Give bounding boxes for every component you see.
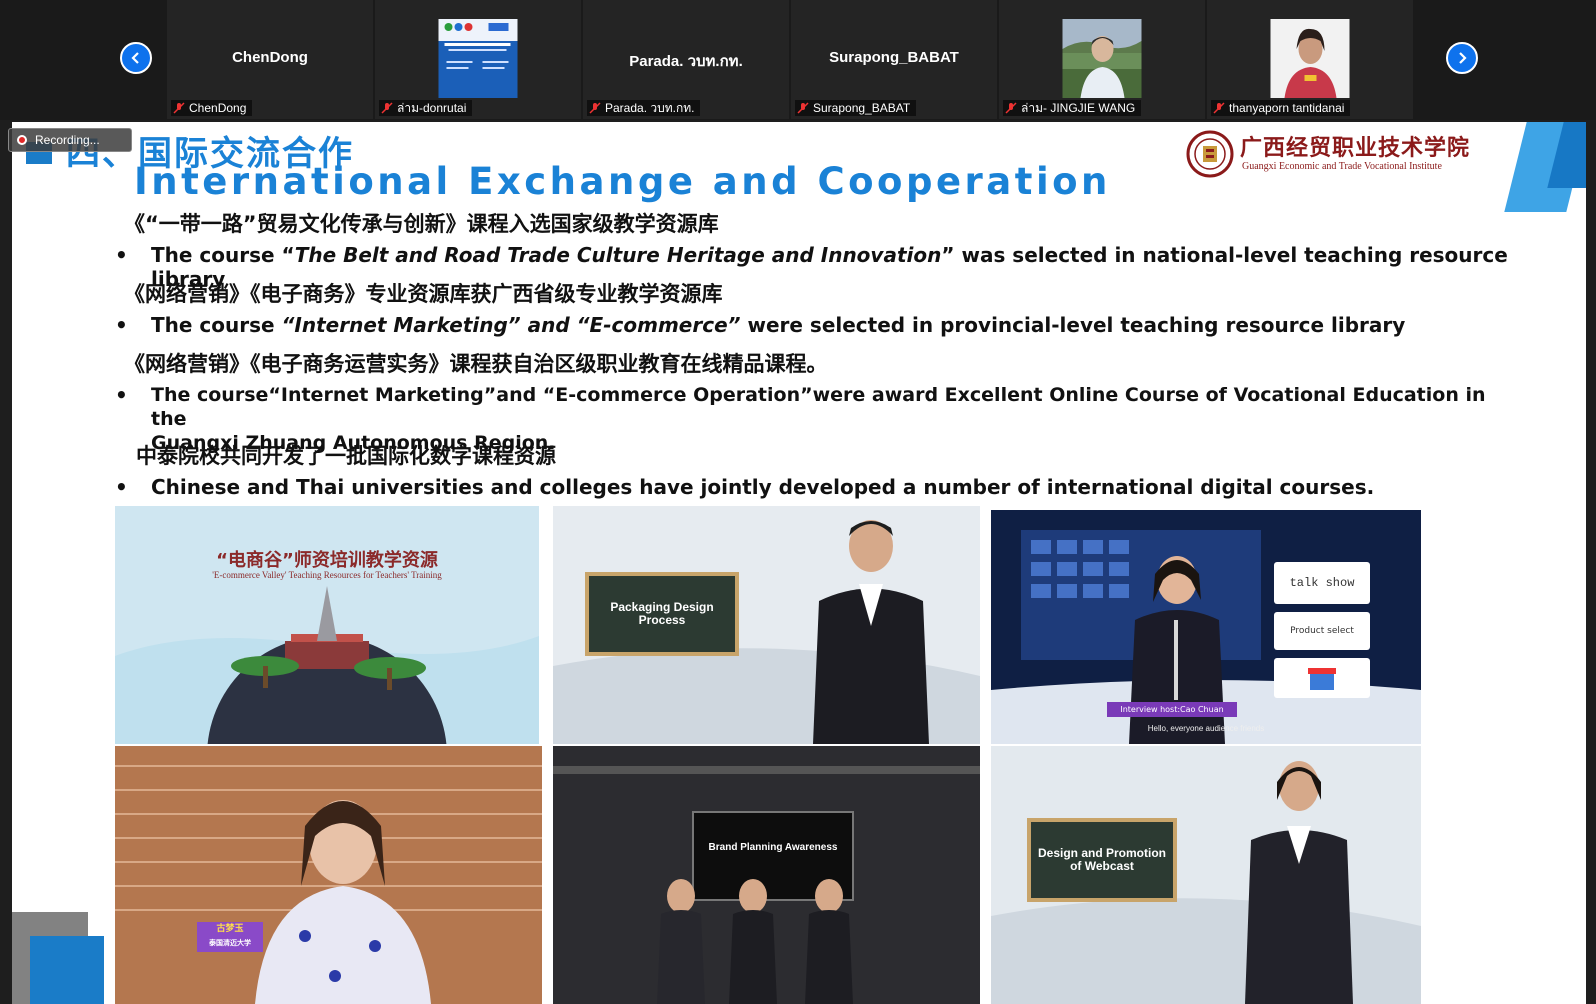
course-thumbnail[interactable]: Brand Planning Awareness <box>553 746 980 1004</box>
participant-video <box>1270 19 1350 98</box>
participant-tile[interactable]: ChenDong ChenDong <box>167 0 373 119</box>
record-icon <box>17 135 27 145</box>
participant-name: ChenDong <box>232 49 308 66</box>
studio-board-shop <box>1274 658 1370 698</box>
mic-muted-icon <box>381 102 393 114</box>
shared-screen-slide: 四、国际交流合作 International Exchange and Coop… <box>12 122 1586 1004</box>
prev-page-button[interactable] <box>120 42 152 74</box>
screen-title: Brand Planning Awareness <box>708 842 838 853</box>
logo-name-en: Guangxi Economic and Trade Vocational In… <box>1242 161 1442 172</box>
participant-label: Parada. วบท.กท. <box>587 100 701 116</box>
course-thumbnail[interactable]: “电商谷”师资培训教学资源 'E-commerce Valley' Teachi… <box>115 506 539 744</box>
bullet: • <box>115 313 128 337</box>
studio-board-product: Product select <box>1274 612 1370 650</box>
item-text-suffix: were selected in provincial-level teachi… <box>740 313 1406 337</box>
participant-label-text: ล่าม-donrutai <box>397 101 467 115</box>
participant-tile[interactable]: Surapong_BABAT Surapong_BABAT <box>791 0 997 119</box>
next-page-button[interactable] <box>1446 42 1478 74</box>
item-text-prefix: The course <box>151 313 282 337</box>
participant-label-text: ล่าม- JINGJIE WANG <box>1021 101 1136 115</box>
participant-video <box>438 19 518 98</box>
campus-illustration <box>115 506 539 744</box>
decoration <box>30 936 104 1004</box>
item-text-en: • The course “Internet Marketing” and “E… <box>115 313 1515 337</box>
mic-muted-icon <box>1213 102 1225 114</box>
participant-label: Surapong_BABAT <box>795 100 917 116</box>
brick-wall-background <box>115 746 542 1004</box>
item-heading-cn: 《网络营销》《电子商务运营实务》课程获自治区级职业教育在线精品课程。 <box>124 352 828 376</box>
thumb-subtitle: 'E-commerce Valley' Teaching Resources f… <box>212 570 442 580</box>
participant-strip: ChenDong ChenDong ล่าม-donrutai Parada. … <box>0 0 1596 120</box>
thumb-title: “电商谷”师资培训教学资源 <box>216 550 438 571</box>
video-subtitle: Hello, everyone audience friends <box>1147 724 1265 733</box>
course-thumbnail[interactable]: Design and Promotion of Webcast <box>991 746 1421 1004</box>
item-text-en: • Chinese and Thai universities and coll… <box>115 475 1515 499</box>
studio-background <box>553 746 980 1004</box>
shop-icon <box>1308 668 1336 690</box>
participant-label-text: Surapong_BABAT <box>813 101 911 115</box>
item-text: Chinese and Thai universities and colleg… <box>151 475 1375 499</box>
recording-label: Recording... <box>35 133 100 147</box>
participant-tile[interactable]: ล่าม-donrutai <box>375 0 581 119</box>
bullet: • <box>115 475 128 499</box>
logo-name-cn: 广西经贸职业技术学院 <box>1240 135 1471 161</box>
participant-name: Parada. วบท.กท. <box>629 53 743 70</box>
participant-label-text: ChenDong <box>189 101 247 115</box>
chevron-right-icon <box>1459 52 1467 64</box>
participant-label-text: thanyaporn tantidanai <box>1229 101 1345 115</box>
course-thumbnail[interactable]: 古梦玉 泰国清迈大学 <box>115 746 542 1004</box>
mic-muted-icon <box>173 102 185 114</box>
mic-muted-icon <box>797 102 809 114</box>
host-banner: Interview host:Cao Chuan <box>1107 702 1237 717</box>
chevron-left-icon <box>131 52 139 64</box>
slide-title-en: International Exchange and Cooperation <box>134 160 1111 203</box>
mic-muted-icon <box>589 102 601 114</box>
course-thumbnail[interactable]: Packaging Design Process <box>553 506 980 744</box>
recording-indicator[interactable]: Recording... <box>8 128 132 152</box>
item-heading-cn: 《网络营销》《电子商务》专业资源库获广西省级专业教学资源库 <box>124 282 723 306</box>
participant-tile[interactable]: Parada. วบท.กท. Parada. วบท.กท. <box>583 0 789 119</box>
participant-label: thanyaporn tantidanai <box>1211 100 1351 116</box>
participant-label-text: Parada. วบท.กท. <box>605 101 695 115</box>
item-text-italic: “Internet Marketing” and “E-commerce” <box>281 313 741 337</box>
participant-label: ChenDong <box>171 100 253 116</box>
item-text-italic: The Belt and Road Trade Culture Heritage… <box>294 243 942 267</box>
chalkboard: Design and Promotion of Webcast <box>1027 818 1177 902</box>
participant-label: ล่าม- JINGJIE WANG <box>1003 100 1142 116</box>
item-heading-cn: 中泰院校共同开发了一批国际化数字课程资源 <box>136 444 556 468</box>
speaker-name-tag: 古梦玉 泰国清迈大学 <box>197 922 263 952</box>
participant-tile[interactable]: thanyaporn tantidanai <box>1207 0 1413 119</box>
institute-logo: 广西经贸职业技术学院 Guangxi Economic and Trade Vo… <box>1186 128 1486 182</box>
item-text-prefix: The course “ <box>151 243 295 267</box>
item-text-line1: The course“Internet Marketing”and “E-com… <box>151 384 1486 430</box>
institute-seal-icon <box>1186 130 1234 178</box>
course-thumbnail[interactable]: talk show Product select Interview host:… <box>991 510 1421 744</box>
participant-tile[interactable]: ล่าม- JINGJIE WANG <box>999 0 1205 119</box>
participant-video <box>1062 19 1142 98</box>
participant-label: ล่าม-donrutai <box>379 100 473 116</box>
chalkboard: Packaging Design Process <box>585 572 739 656</box>
item-heading-cn: 《“一带一路”贸易文化传承与创新》课程入选国家级教学资源库 <box>124 212 719 236</box>
studio-board-talkshow: talk show <box>1274 562 1370 604</box>
speaker-school: 泰国清迈大学 <box>209 939 251 947</box>
speaker-name: 古梦玉 <box>216 924 244 934</box>
mic-muted-icon <box>1005 102 1017 114</box>
participant-name: Surapong_BABAT <box>829 49 959 66</box>
